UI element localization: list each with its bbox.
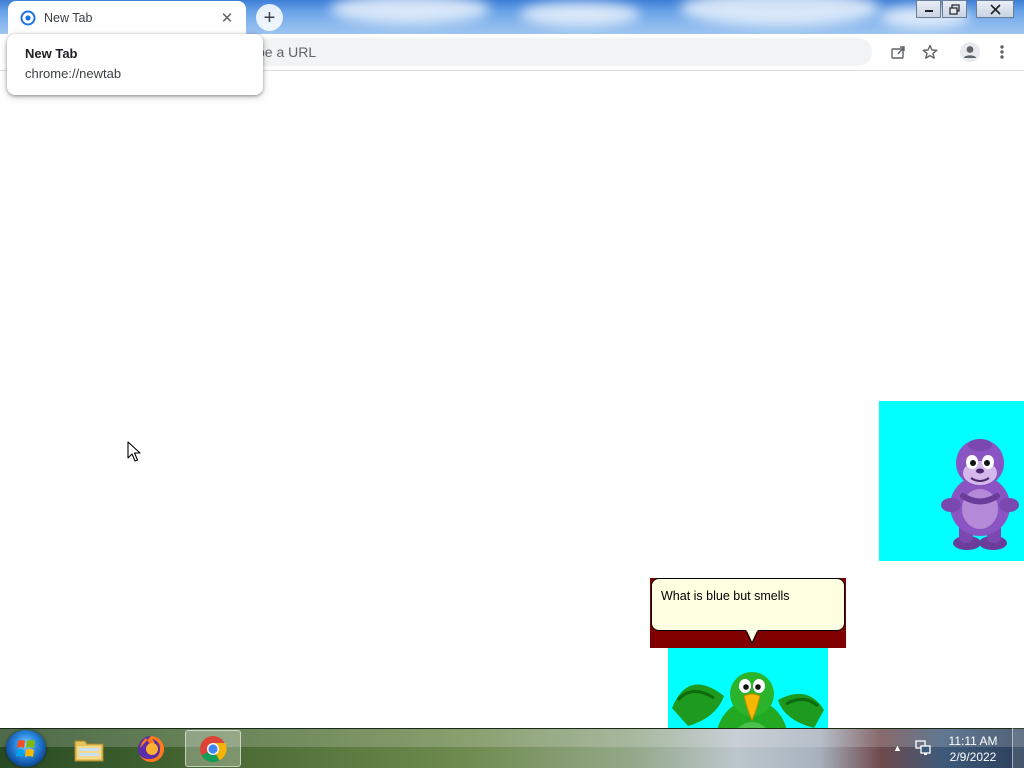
firefox-icon[interactable] [123,730,179,767]
tab-hover-card: New Tab chrome://newtab [7,34,263,95]
file-explorer-icon[interactable] [61,730,117,767]
network-icon[interactable] [914,739,932,757]
tab-new-tab[interactable]: New Tab ✕ [8,1,246,34]
tray-expand-icon[interactable]: ▲ [893,743,903,753]
chrome-icon[interactable] [185,730,241,767]
plus-icon[interactable]: + [256,4,283,31]
share-icon[interactable] [888,42,908,62]
hover-card-url: chrome://newtab [25,66,122,81]
close-icon[interactable] [976,0,1014,18]
speech-text: What is blue but smells [661,589,790,603]
purple-gorilla-icon [941,439,1019,550]
speech-bubble: What is blue but smells [651,578,845,631]
star-icon[interactable] [920,42,940,62]
speech-bubble-tail [745,630,759,644]
mouse-cursor-icon [127,441,141,462]
chrome-newtab-icon [20,10,36,26]
window-controls [915,0,1014,18]
tab-strip: New Tab ✕ + [0,0,1024,34]
bonzi-agent-window[interactable] [879,401,1024,561]
start-button[interactable] [6,730,46,767]
profile-icon[interactable] [958,40,982,64]
minimize-icon[interactable] [916,0,941,18]
tab-title: New Tab [44,10,93,25]
clock-time: 11:11 AM [948,734,998,748]
show-desktop-button[interactable] [1012,728,1024,768]
close-icon[interactable]: ✕ [218,9,236,27]
windows-logo-icon [16,740,35,757]
clock-date: 2/9/2022 [949,750,997,764]
restore-icon[interactable] [942,0,967,18]
hover-card-title: New Tab [25,46,78,61]
desktop-screen: New Tab ✕ + pe a URL New Tab chrome://ne… [0,0,1024,768]
address-bar-placeholder: pe a URL [257,44,317,60]
system-clock[interactable]: 11:11 AM 2/9/2022 [940,733,1006,765]
menu-icon[interactable] [992,42,1012,62]
